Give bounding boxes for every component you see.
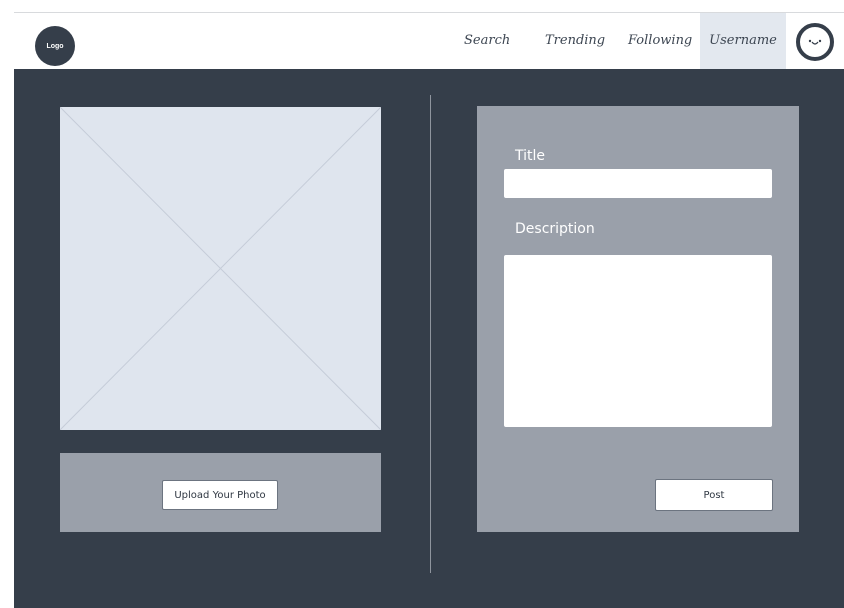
title-input[interactable] <box>504 169 772 198</box>
app-frame: Logo Search Trending Following Username … <box>14 12 844 608</box>
post-form-panel: Title Description Post <box>477 106 799 532</box>
nav-trending-link[interactable]: Trending <box>545 13 605 69</box>
smiley-face-icon <box>808 39 822 45</box>
column-divider <box>430 95 431 573</box>
logo[interactable]: Logo <box>35 26 75 66</box>
nav-following-link[interactable]: Following <box>628 13 692 69</box>
nav-search-link[interactable]: Search <box>464 13 510 69</box>
post-button[interactable]: Post <box>655 479 773 511</box>
nav-username-link[interactable]: Username <box>700 13 786 69</box>
description-textarea[interactable] <box>504 255 772 427</box>
upload-photo-button[interactable]: Upload Your Photo <box>162 480 278 510</box>
title-label: Title <box>515 148 546 164</box>
logo-text: Logo <box>46 42 64 50</box>
photo-preview <box>60 107 381 430</box>
image-placeholder-icon <box>60 107 381 430</box>
description-label: Description <box>515 221 595 237</box>
upload-panel: Upload Your Photo <box>60 453 381 532</box>
user-avatar[interactable] <box>796 23 834 61</box>
top-nav-bar: Logo Search Trending Following Username <box>14 13 844 69</box>
